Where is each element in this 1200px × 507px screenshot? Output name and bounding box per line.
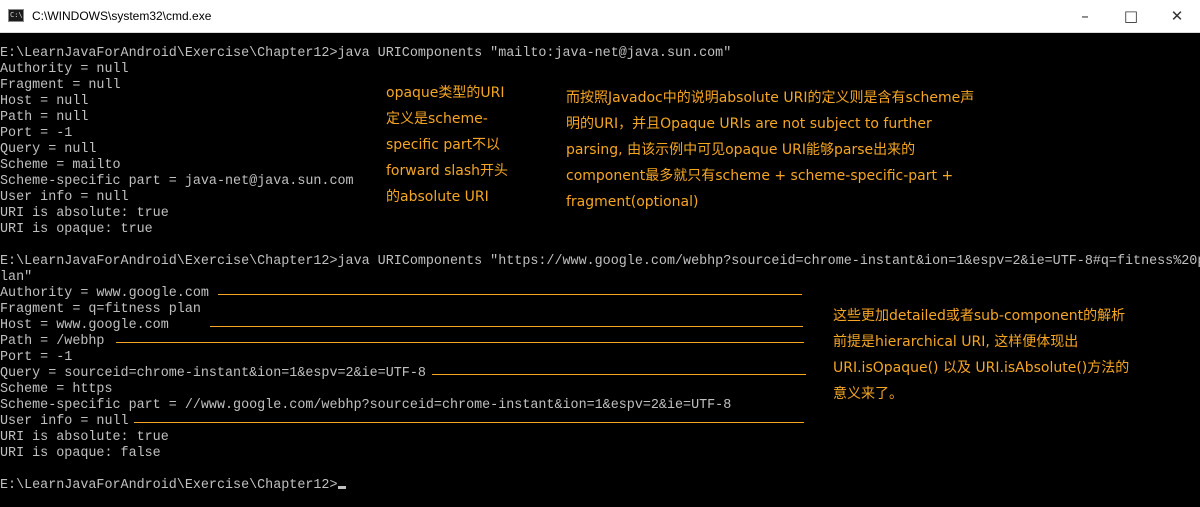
cursor bbox=[337, 486, 346, 489]
hierarchical-annotation: 这些更加detailed或者sub-component的解析 前提是hierar… bbox=[833, 303, 1129, 407]
terminal-line: E:\LearnJavaForAndroid\Exercise\Chapter1… bbox=[0, 254, 1200, 269]
terminal-line: Authority = null bbox=[0, 62, 129, 77]
close-button[interactable]: ✕ bbox=[1154, 0, 1200, 32]
cmd-icon: C:\ bbox=[8, 9, 24, 22]
terminal-line: lan" bbox=[0, 270, 33, 285]
terminal-line: URI is absolute: true bbox=[0, 430, 169, 445]
annotation-line: 的absolute URI bbox=[386, 189, 489, 205]
annotation-line: component最多就只有scheme + scheme-specific-p… bbox=[566, 168, 954, 184]
underline-path bbox=[116, 342, 804, 343]
annotation-line: forward slash开头 bbox=[386, 163, 509, 179]
minimize-button[interactable]: – bbox=[1062, 0, 1108, 32]
annotation-line: specific part不以 bbox=[386, 137, 501, 153]
underline-query bbox=[432, 374, 806, 375]
maximize-button[interactable]: □ bbox=[1108, 0, 1154, 32]
close-icon: ✕ bbox=[1170, 7, 1184, 25]
title-bar[interactable]: C:\ C:\WINDOWS\system32\cmd.exe – □ ✕ bbox=[0, 0, 1200, 33]
annotation-line: 前提是hierarchical URI, 这样便体现出 bbox=[833, 334, 1079, 350]
prompt-line[interactable]: E:\LearnJavaForAndroid\Exercise\Chapter1… bbox=[0, 478, 1200, 494]
annotation-line: 意义来了。 bbox=[833, 386, 903, 402]
annotation-line: 定义是scheme- bbox=[386, 111, 488, 127]
annotation-line: 这些更加detailed或者sub-component的解析 bbox=[833, 308, 1126, 324]
terminal-line: URI is opaque: false bbox=[0, 446, 161, 461]
minimize-icon: – bbox=[1081, 7, 1089, 25]
underline-authority bbox=[218, 294, 802, 295]
annotation-line: parsing, 由该示例中可见opaque URI能够parse出来的 bbox=[566, 142, 916, 158]
cmd-icon-text: C:\ bbox=[10, 11, 23, 19]
annotation-line: opaque类型的URI bbox=[386, 85, 505, 101]
opaque-annotation: opaque类型的URI 定义是scheme- specific part不以 … bbox=[386, 80, 508, 210]
annotation-line: fragment(optional) bbox=[566, 194, 699, 210]
terminal-line: E:\LearnJavaForAndroid\Exercise\Chapter1… bbox=[0, 46, 732, 61]
annotation-line: 而按照Javadoc中的说明absolute URI的定义则是含有scheme声 bbox=[566, 90, 975, 106]
terminal-line: URI is opaque: true bbox=[0, 222, 153, 237]
underline-user-info bbox=[134, 422, 804, 423]
annotation-line: URI.isOpaque() 以及 URI.isAbsolute()方法的 bbox=[833, 360, 1130, 376]
window-title: C:\WINDOWS\system32\cmd.exe bbox=[32, 9, 212, 23]
annotation-line: 明的URI，并且Opaque URIs are not subject to f… bbox=[566, 116, 932, 132]
prompt-text: E:\LearnJavaForAndroid\Exercise\Chapter1… bbox=[0, 478, 338, 493]
javadoc-annotation: 而按照Javadoc中的说明absolute URI的定义则是含有scheme声… bbox=[566, 85, 974, 215]
underline-host bbox=[210, 326, 803, 327]
maximize-icon: □ bbox=[1123, 7, 1139, 25]
